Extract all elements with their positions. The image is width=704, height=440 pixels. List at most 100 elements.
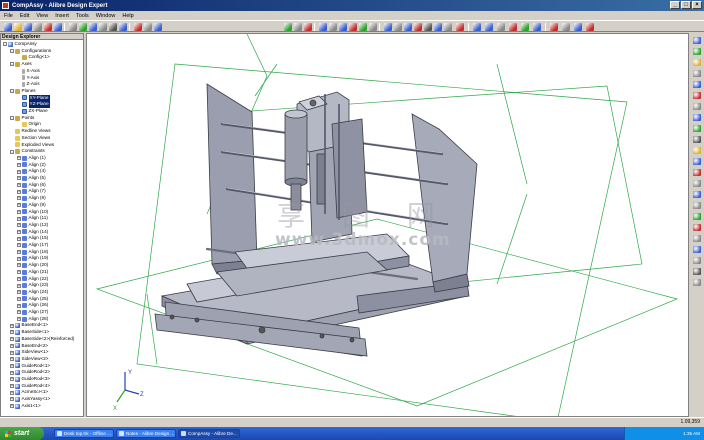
expand-icon[interactable]: + xyxy=(17,189,21,194)
expand-icon[interactable]: + xyxy=(17,176,21,181)
expand-icon[interactable]: + xyxy=(10,337,14,342)
toolbar-button-icon[interactable] xyxy=(394,23,402,31)
expand-icon[interactable]: + xyxy=(17,223,21,228)
expand-icon[interactable]: + xyxy=(17,256,21,261)
expand-icon[interactable]: + xyxy=(17,216,21,221)
menu-view[interactable]: View xyxy=(36,13,48,19)
expand-icon[interactable]: + xyxy=(17,243,21,248)
expand-icon[interactable]: + xyxy=(17,183,21,188)
view-tool-icon[interactable] xyxy=(693,224,701,231)
view-tool-icon[interactable] xyxy=(693,37,701,44)
menu-tools[interactable]: Tools xyxy=(76,13,89,19)
view-tool-icon[interactable] xyxy=(693,136,701,143)
view-tool-icon[interactable] xyxy=(693,191,701,198)
view-tool-icon[interactable] xyxy=(693,70,701,77)
toolbar-button-icon[interactable] xyxy=(109,23,117,31)
view-tool-icon[interactable] xyxy=(693,202,701,209)
toolbar-button-icon[interactable] xyxy=(497,23,505,31)
toolbar-button-icon[interactable] xyxy=(284,23,292,31)
toolbar-button-icon[interactable] xyxy=(550,23,558,31)
view-tool-icon[interactable] xyxy=(693,213,701,220)
menu-help[interactable]: Help xyxy=(122,13,133,19)
minimize-button[interactable]: _ xyxy=(670,1,680,9)
toolbar-button-icon[interactable] xyxy=(154,23,162,31)
toolbar-button-icon[interactable] xyxy=(473,23,481,31)
toolbar-button-icon[interactable] xyxy=(434,23,442,31)
view-tool-icon[interactable] xyxy=(693,147,701,154)
menu-edit[interactable]: Edit xyxy=(20,13,29,19)
expand-icon[interactable]: + xyxy=(17,263,21,268)
toolbar-button-icon[interactable] xyxy=(414,23,422,31)
view-tool-icon[interactable] xyxy=(693,279,701,286)
expand-icon[interactable]: + xyxy=(17,169,21,174)
expand-icon[interactable]: + xyxy=(17,156,21,161)
expand-icon[interactable]: + xyxy=(10,363,14,368)
expand-icon[interactable]: + xyxy=(10,330,14,335)
toolbar-button-icon[interactable] xyxy=(349,23,357,31)
toolbar-button-icon[interactable] xyxy=(424,23,432,31)
toolbar-button-icon[interactable] xyxy=(369,23,377,31)
expand-icon[interactable]: + xyxy=(17,290,21,295)
expand-icon[interactable]: + xyxy=(10,357,14,362)
toolbar-button-icon[interactable] xyxy=(144,23,152,31)
close-button[interactable]: × xyxy=(692,1,702,9)
view-tool-icon[interactable] xyxy=(693,169,701,176)
expand-icon[interactable]: + xyxy=(17,203,21,208)
expand-icon[interactable]: + xyxy=(10,343,14,348)
toolbar-button-icon[interactable] xyxy=(533,23,541,31)
expand-icon[interactable]: + xyxy=(17,236,21,241)
toolbar-button-icon[interactable] xyxy=(359,23,367,31)
expand-icon[interactable]: + xyxy=(17,209,21,214)
menu-insert[interactable]: Insert xyxy=(55,13,69,19)
expand-icon[interactable]: + xyxy=(10,370,14,375)
toolbar-button-icon[interactable] xyxy=(319,23,327,31)
collapse-icon[interactable]: - xyxy=(10,62,14,67)
toolbar-button-icon[interactable] xyxy=(4,23,12,31)
toolbar-button-icon[interactable] xyxy=(54,23,62,31)
toolbar-button-icon[interactable] xyxy=(99,23,107,31)
toolbar-button-icon[interactable] xyxy=(34,23,42,31)
expand-icon[interactable]: + xyxy=(17,296,21,301)
view-tool-icon[interactable] xyxy=(693,103,701,110)
toolbar-button-icon[interactable] xyxy=(89,23,97,31)
expand-icon[interactable]: + xyxy=(17,310,21,315)
expand-icon[interactable]: + xyxy=(10,323,14,328)
expand-icon[interactable]: + xyxy=(10,404,14,409)
expand-icon[interactable]: + xyxy=(17,250,21,255)
taskbar-item-notes[interactable]: Notes - Alibre Design ... xyxy=(116,429,176,438)
expand-icon[interactable]: + xyxy=(10,377,14,382)
toolbar-button-icon[interactable] xyxy=(304,23,312,31)
toolbar-button-icon[interactable] xyxy=(69,23,77,31)
toolbar-button-icon[interactable] xyxy=(339,23,347,31)
expand-icon[interactable]: + xyxy=(17,317,21,322)
collapse-icon[interactable]: - xyxy=(3,42,7,47)
expand-icon[interactable]: + xyxy=(17,270,21,275)
view-tool-icon[interactable] xyxy=(693,268,701,275)
toolbar-button-icon[interactable] xyxy=(119,23,127,31)
toolbar-button-icon[interactable] xyxy=(509,23,517,31)
collapse-icon[interactable]: - xyxy=(10,149,14,154)
view-tool-icon[interactable] xyxy=(693,81,701,88)
expand-icon[interactable]: + xyxy=(17,276,21,281)
toolbar-button-icon[interactable] xyxy=(294,23,302,31)
view-tool-icon[interactable] xyxy=(693,92,701,99)
toolbar-button-icon[interactable] xyxy=(14,23,22,31)
view-tool-icon[interactable] xyxy=(693,180,701,187)
toolbar-button-icon[interactable] xyxy=(444,23,452,31)
toolbar-button-icon[interactable] xyxy=(485,23,493,31)
toolbar-button-icon[interactable] xyxy=(134,23,142,31)
toolbar-button-icon[interactable] xyxy=(24,23,32,31)
toolbar-button-icon[interactable] xyxy=(329,23,337,31)
tree-item[interactable]: + Axis1<1> xyxy=(10,403,41,410)
start-button[interactable]: start xyxy=(0,427,44,440)
collapse-icon[interactable]: - xyxy=(10,49,14,54)
toolbar-button-icon[interactable] xyxy=(521,23,529,31)
taskbar-item-desktop[interactable]: Desk top.trk - Offline ... xyxy=(54,429,114,438)
toolbar-button-icon[interactable] xyxy=(562,23,570,31)
expand-icon[interactable]: + xyxy=(17,303,21,308)
expand-icon[interactable]: + xyxy=(17,229,21,234)
expand-icon[interactable]: + xyxy=(17,162,21,167)
3d-viewport[interactable]: Y Z X 享 图 网 www.3dmox.com xyxy=(86,33,689,417)
menu-file[interactable]: File xyxy=(4,13,13,19)
toolbar-button-icon[interactable] xyxy=(456,23,464,31)
